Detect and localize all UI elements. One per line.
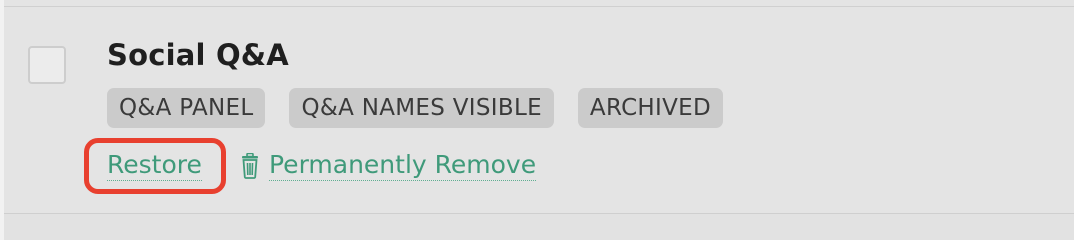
item-title: Social Q&A (107, 38, 289, 72)
permanently-remove-label[interactable]: Permanently Remove (269, 150, 537, 181)
tag-archived: ARCHIVED (577, 88, 723, 128)
trash-icon (239, 152, 261, 179)
permanently-remove-link[interactable]: Permanently Remove (239, 150, 537, 181)
tag-qa-names-visible: Q&A NAMES VISIBLE (289, 88, 554, 128)
next-list-item (4, 214, 1074, 240)
tag-qa-panel: Q&A PANEL (107, 88, 266, 128)
select-checkbox[interactable] (28, 46, 66, 84)
restore-link[interactable]: Restore (107, 150, 202, 181)
tag-list: Q&A PANEL Q&A NAMES VISIBLE ARCHIVED (107, 88, 723, 128)
